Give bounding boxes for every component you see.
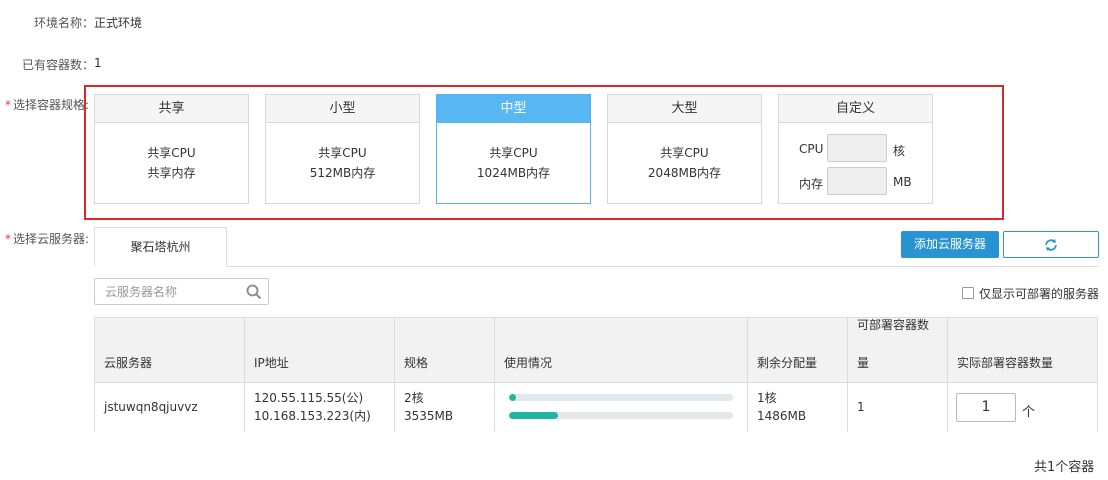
td-server-name: jstuwqn8qjuvvz — [104, 400, 198, 414]
spec-card-cpu: 共享CPU — [147, 146, 196, 160]
deployable-only-label: 仅显示可部署的服务器 — [979, 287, 1100, 301]
td-ip-private: 10.168.153.223(内) — [254, 409, 371, 423]
refresh-button[interactable] — [1003, 231, 1099, 258]
td-remaining-memory: 1486MB — [757, 409, 807, 423]
td-deployable-count: 1 — [857, 400, 865, 414]
actual-count-input[interactable]: 1 — [956, 393, 1016, 422]
custom-cpu-label: CPU — [799, 142, 824, 156]
th-spec: 规格 — [395, 318, 495, 382]
server-search — [94, 278, 269, 305]
tab-region-hangzhou[interactable]: 聚石塔杭州 — [94, 227, 227, 267]
add-server-button[interactable]: 添加云服务器 — [901, 231, 999, 258]
th-usage: 使用情况 — [495, 318, 748, 382]
spec-card-title: 小型 — [266, 95, 419, 123]
td-usage — [495, 383, 748, 432]
table-header-row: 云服务器 IP地址 规格 使用情况 剩余分配量 可部署容器数 量 实际部署容器数… — [95, 318, 1097, 383]
spec-card-memory: 1024MB内存 — [476, 166, 551, 180]
spec-card-cpu: 共享CPU — [489, 146, 538, 160]
memory-usage-bar — [509, 412, 733, 419]
th-server-text: 云服务器 — [104, 356, 153, 370]
spec-card-title: 中型 — [437, 95, 590, 123]
td-ip-public: 120.55.115.55(公) — [254, 391, 364, 405]
custom-cpu-input[interactable] — [827, 134, 887, 162]
th-remaining-text: 剩余分配量 — [757, 356, 818, 370]
th-deployable-text-2: 量 — [857, 356, 870, 370]
spec-card-cpu: 共享CPU — [318, 146, 367, 160]
cpu-usage-bar — [509, 394, 733, 401]
server-search-input[interactable] — [105, 282, 235, 301]
server-label-text: 选择云服务器: — [13, 232, 90, 246]
custom-memory-row: 内存 MB — [779, 167, 932, 197]
actual-count-unit: 个 — [1022, 405, 1036, 420]
th-actual: 实际部署容器数量 — [948, 318, 1099, 382]
spec-card-memory: 共享内存 — [147, 166, 196, 180]
deployable-only-checkbox[interactable] — [962, 287, 974, 299]
container-count-value: 1 — [94, 56, 102, 70]
spec-card-custom[interactable]: 自定义 CPU 核 内存 MB — [778, 94, 933, 204]
env-name-value: 正式环境 — [94, 16, 143, 30]
th-server: 云服务器 — [95, 318, 245, 382]
td-ip: 120.55.115.55(公) 10.168.153.223(内) — [245, 383, 395, 432]
td-actual: 1 个 — [948, 383, 1099, 432]
th-usage-text: 使用情况 — [504, 356, 553, 370]
th-spec-text: 规格 — [404, 356, 429, 370]
spec-card-title: 自定义 — [779, 95, 932, 123]
custom-memory-label: 内存 — [799, 177, 824, 191]
spec-card-small[interactable]: 小型 共享CPU 512MB内存 — [265, 94, 420, 204]
refresh-icon — [1045, 238, 1057, 251]
server-label: * 选择云服务器: — [5, 230, 89, 247]
td-spec-memory: 3535MB — [404, 409, 454, 423]
custom-cpu-row: CPU 核 — [779, 134, 932, 164]
tab-strip-divider — [94, 266, 1098, 267]
th-deployable: 可部署容器数 量 — [848, 318, 948, 382]
search-icon[interactable] — [246, 284, 262, 300]
th-remaining: 剩余分配量 — [748, 318, 848, 382]
total-containers: 共1个容器 — [1034, 460, 1095, 475]
th-deployable-text-1: 可部署容器数 — [857, 318, 930, 332]
env-name-label: 环境名称： — [34, 16, 95, 30]
th-ip: IP地址 — [245, 318, 395, 382]
th-ip-text: IP地址 — [254, 356, 289, 370]
custom-memory-input[interactable] — [827, 167, 887, 195]
container-count-label: 已有容器数： — [22, 58, 95, 72]
spec-card-title: 大型 — [608, 95, 761, 123]
spec-card-large[interactable]: 大型 共享CPU 2048MB内存 — [607, 94, 762, 204]
server-table: 云服务器 IP地址 规格 使用情况 剩余分配量 可部署容器数 量 实际部署容器数… — [94, 317, 1098, 432]
spec-card-memory: 2048MB内存 — [647, 166, 722, 180]
td-spec: 2核 3535MB — [395, 383, 495, 432]
td-spec-cpu: 2核 — [404, 391, 424, 405]
spec-label: * 选择容器规格: — [5, 96, 89, 113]
required-mark: * — [5, 232, 11, 246]
td-remaining-cpu: 1核 — [757, 391, 777, 405]
spec-card-medium[interactable]: 中型 共享CPU 1024MB内存 — [436, 94, 591, 204]
spec-card-title: 共享 — [95, 95, 248, 123]
td-deployable: 1 — [848, 383, 948, 432]
spec-card-shared[interactable]: 共享 共享CPU 共享内存 — [94, 94, 249, 204]
memory-usage-fill — [509, 412, 559, 419]
custom-memory-unit: MB — [893, 175, 912, 189]
custom-cpu-unit: 核 — [893, 144, 906, 158]
spec-card-cpu: 共享CPU — [660, 146, 709, 160]
table-row[interactable]: jstuwqn8qjuvvz 120.55.115.55(公) 10.168.1… — [95, 383, 1097, 432]
td-server: jstuwqn8qjuvvz — [95, 383, 245, 432]
th-actual-text: 实际部署容器数量 — [957, 356, 1054, 370]
required-mark: * — [5, 98, 11, 112]
spec-label-text: 选择容器规格: — [13, 98, 90, 112]
td-remaining: 1核 1486MB — [748, 383, 848, 432]
spec-card-memory: 512MB内存 — [309, 166, 376, 180]
cpu-usage-fill — [509, 394, 516, 401]
